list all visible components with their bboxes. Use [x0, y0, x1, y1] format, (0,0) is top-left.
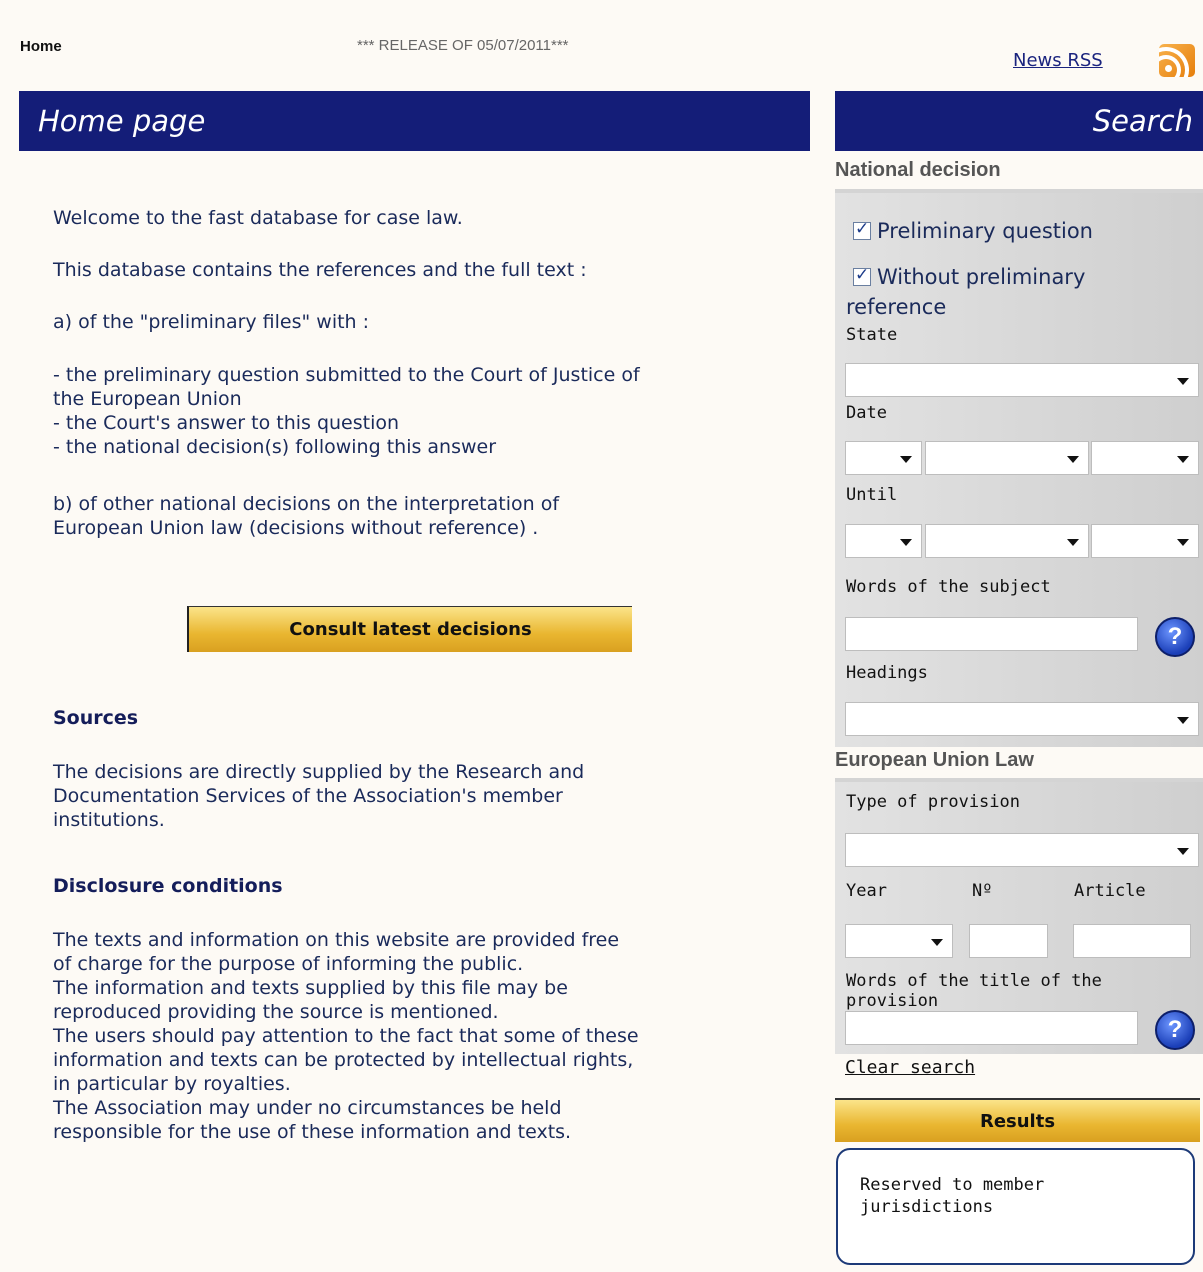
text-line: European Union law (decisions without re… — [53, 517, 539, 539]
contains-text: This database contains the references an… — [53, 259, 587, 281]
words-subject-label: Words of the subject — [846, 577, 1051, 597]
text-line: reproduced providing the source is menti… — [53, 1001, 499, 1023]
text-line: The users should pay attention to the fa… — [53, 1025, 639, 1047]
text-line: b) of other national decisions on the in… — [53, 493, 560, 515]
date-day-select[interactable] — [845, 441, 922, 475]
without-reference-checkbox[interactable] — [853, 265, 871, 286]
type-provision-label: Type of provision — [846, 792, 1020, 812]
words-title-label: Words of the title of the provision — [846, 971, 1102, 1011]
preliminary-question-checkbox[interactable] — [853, 219, 871, 240]
text-line: in particular by royalties. — [53, 1073, 291, 1095]
date-year-select[interactable] — [1091, 441, 1199, 475]
preliminary-question-option[interactable]: Preliminary question — [853, 219, 1093, 243]
page-title: Home page — [38, 104, 206, 138]
sources-heading: Sources — [53, 707, 139, 729]
year-label: Year — [846, 881, 887, 901]
text-line: The decisions are directly supplied by t… — [53, 761, 585, 783]
help-icon[interactable]: ? — [1155, 1010, 1195, 1050]
until-label: Until — [846, 485, 898, 505]
until-day-select[interactable] — [845, 524, 922, 558]
list-item: - the preliminary question submitted to … — [53, 364, 640, 386]
article-label: Article — [1074, 881, 1146, 901]
text-line: The Association may under no circumstanc… — [53, 1097, 562, 1119]
text-line: The texts and information on this websit… — [53, 929, 620, 951]
number-label: Nº — [972, 881, 993, 901]
text-line: responsible for the use of these informa… — [53, 1121, 572, 1143]
preliminary-files-list: - the preliminary question submitted to … — [53, 363, 640, 459]
title-words-input[interactable] — [845, 1011, 1138, 1045]
without-reference-label: Without preliminary — [877, 265, 1086, 289]
home-page-header: Home page — [19, 91, 810, 151]
date-month-select[interactable] — [925, 441, 1089, 475]
sources-text: The decisions are directly supplied by t… — [53, 760, 584, 832]
headings-label: Headings — [846, 663, 928, 683]
until-year-select[interactable] — [1091, 524, 1199, 558]
article-input[interactable] — [1073, 924, 1191, 958]
preliminary-question-label: Preliminary question — [877, 219, 1093, 243]
reserved-notice-box: Reserved to member jurisdictions — [836, 1148, 1195, 1265]
number-input[interactable] — [969, 924, 1048, 958]
clear-search-link[interactable]: Clear search — [845, 1057, 975, 1078]
home-link[interactable]: Home — [20, 38, 62, 55]
without-reference-label-cont: reference — [846, 295, 947, 319]
rss-icon[interactable] — [1159, 44, 1195, 77]
eu-law-heading: European Union Law — [835, 749, 1034, 771]
text-line: information and texts can be protected b… — [53, 1049, 634, 1071]
release-notice: *** RELEASE OF 05/07/2011*** — [357, 37, 569, 54]
text-line: of charge for the purpose of informing t… — [53, 953, 524, 975]
consult-latest-decisions-button[interactable]: Consult latest decisions — [187, 606, 632, 652]
list-item: the European Union — [53, 388, 242, 410]
list-item: - the Court's answer to this question — [53, 412, 400, 434]
year-select[interactable] — [845, 924, 953, 958]
help-icon[interactable]: ? — [1155, 617, 1195, 657]
text-line: The information and texts supplied by th… — [53, 977, 568, 999]
state-select[interactable] — [845, 363, 1199, 397]
disclosure-heading: Disclosure conditions — [53, 875, 283, 897]
search-header: Search — [835, 91, 1203, 151]
date-label: Date — [846, 403, 887, 423]
subject-words-input[interactable] — [845, 617, 1138, 651]
state-label: State — [846, 325, 898, 345]
until-month-select[interactable] — [925, 524, 1089, 558]
preliminary-files-label: a) of the "preliminary files" with : — [53, 311, 370, 333]
results-button[interactable]: Results — [835, 1098, 1200, 1142]
reserved-text: Reserved to member jurisdictions — [860, 1175, 1045, 1217]
news-rss-link[interactable]: News RSS — [1013, 50, 1103, 71]
headings-select[interactable] — [845, 702, 1199, 736]
search-title: Search — [1092, 104, 1193, 138]
list-item: - the national decision(s) following thi… — [53, 436, 497, 458]
welcome-text: Welcome to the fast database for case la… — [53, 207, 463, 229]
text-line: Documentation Services of the Associatio… — [53, 785, 563, 807]
national-decision-heading: National decision — [835, 159, 1001, 181]
text-line: institutions. — [53, 809, 165, 831]
other-decisions-text: b) of other national decisions on the in… — [53, 492, 559, 540]
type-provision-select[interactable] — [845, 833, 1199, 867]
disclosure-text: The texts and information on this websit… — [53, 928, 639, 1144]
without-reference-option[interactable]: Without preliminary — [853, 265, 1085, 289]
